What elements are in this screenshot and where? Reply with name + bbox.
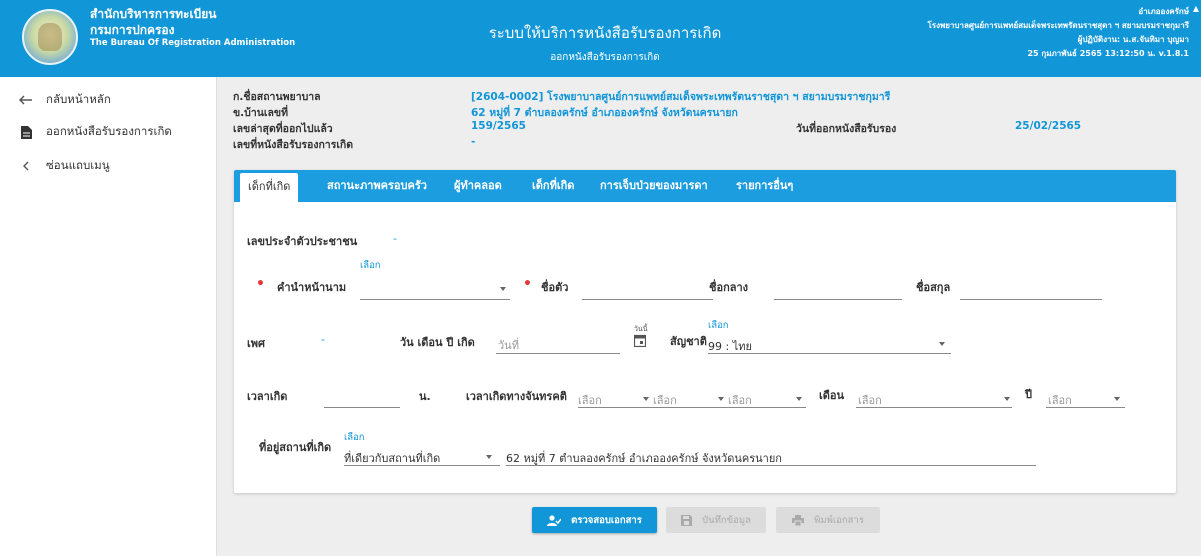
birthplace-address-underline	[506, 465, 1036, 466]
chevron-down-icon[interactable]	[500, 287, 506, 291]
system-title: ระบบให้บริการหนังสือรับรองการเกิด	[488, 24, 722, 42]
address-value: 62 หมู่ที่ 7 ตำบลองครักษ์ อำเภอองครักษ์ …	[471, 107, 738, 119]
chevron-down-icon[interactable]	[1004, 397, 1010, 401]
year-underline	[1046, 407, 1125, 408]
issue-date-value: 25/02/2565	[1015, 120, 1082, 132]
citizen-id-value: -	[393, 232, 397, 245]
firstname-label: ชื่อตัว	[541, 281, 569, 294]
sidebar-item-label: ออกหนังสือรับรองการเกิด	[46, 124, 172, 138]
sidebar-item-label: กลับหน้าหลัก	[46, 92, 111, 106]
save-icon	[681, 514, 693, 526]
nationality-select-label: เลือก	[708, 320, 729, 331]
sex-value: -	[321, 333, 325, 346]
nationality-label: สัญชาติ	[670, 335, 707, 348]
department-seal-logo	[22, 9, 78, 65]
middlename-input[interactable]	[774, 299, 902, 300]
calendar-icon[interactable]	[633, 334, 647, 350]
birthplace-select-underline	[344, 465, 500, 466]
user-district: อำเภอองครักษ์	[1138, 7, 1189, 16]
back-arrow-icon	[18, 95, 34, 105]
app-header: สำนักบริหารการทะเบียน กรมการปกครอง The B…	[0, 0, 1201, 77]
sidebar-item-back-home[interactable]: กลับหน้าหลัก	[18, 91, 111, 109]
prefix-select-label: เลือก	[360, 260, 381, 271]
user-hospital: โรงพยาบาลศูนย์การแพทย์สมเด็จพระเทพรัตนรา…	[927, 21, 1189, 30]
hospital-value: [2604-0002] โรงพยาบาลศูนย์การแพทย์สมเด็จ…	[471, 91, 891, 103]
year-label: ปี	[1025, 388, 1032, 401]
print-label: พิมพ์เอกสาร	[814, 514, 864, 526]
chevron-down-icon[interactable]	[1114, 397, 1120, 401]
system-subtitle: ออกหนังสือรับรองการเกิด	[550, 52, 660, 63]
issue-date-label: วันที่ออกหนังสือรับรอง	[796, 123, 897, 135]
chevron-left-icon	[18, 161, 34, 171]
certificate-number-value: -	[471, 136, 476, 148]
organization-name: สำนักบริหารการทะเบียน กรมการปกครอง The B…	[90, 7, 295, 49]
scroll-up-icon[interactable]: ▲	[1193, 4, 1199, 13]
tab-family-status[interactable]: สถานะภาพครอบครัว	[327, 170, 427, 202]
month-label: เดือน	[819, 389, 845, 402]
chevron-down-icon[interactable]	[939, 342, 945, 346]
tab-birth-attendant[interactable]: ผู้ทำคลอด	[454, 170, 502, 202]
birth-time-label: เวลาเกิด	[247, 390, 288, 403]
prefix-select[interactable]	[360, 299, 510, 300]
form-card: เด็กที่เกิด สถานะภาพครอบครัว ผู้ทำคลอด เ…	[234, 170, 1176, 493]
printer-icon	[792, 514, 805, 526]
birthplace-label: ที่อยู่สถานที่เกิด	[259, 441, 332, 454]
chevron-down-icon[interactable]	[643, 397, 649, 401]
latest-number-label: เลขล่าสุดที่ออกไปแล้ว	[233, 123, 333, 135]
system-title-block: ระบบให้บริการหนังสือรับรองการเกิด ออกหนั…	[420, 21, 790, 65]
citizen-id-label: เลขประจำตัวประชาชน	[247, 235, 358, 248]
required-marker: •	[256, 276, 265, 292]
lunar-underline	[578, 407, 806, 408]
birth-time-input[interactable]	[324, 407, 400, 408]
user-datetime: 25 กุมภาพันธ์ 2565 13:12:50 น. v.1.8.1	[1027, 49, 1189, 58]
chevron-down-icon[interactable]	[718, 397, 724, 401]
document-icon	[18, 125, 34, 139]
hospital-label: ก.ชื่อสถานพยาบาล	[233, 91, 321, 103]
user-check-icon	[547, 514, 562, 526]
dob-input-underline	[496, 353, 620, 354]
sidebar-item-issue-certificate[interactable]: ออกหนังสือรับรองการเกิด	[18, 123, 172, 141]
tab-born-child[interactable]: เด็กที่เกิด	[240, 173, 299, 202]
tab-other-items[interactable]: รายการอื่นๆ	[736, 170, 793, 202]
org-dept-th: กรมการปกครอง	[90, 22, 175, 37]
birthplace-select-label: เลือก	[344, 432, 365, 443]
check-document-button[interactable]: ตรวจสอบเอกสาร	[532, 507, 657, 533]
lastname-input[interactable]	[960, 299, 1102, 300]
required-marker: •	[523, 276, 532, 292]
chevron-down-icon[interactable]	[796, 397, 802, 401]
save-button[interactable]: บันทึกข้อมูล	[666, 507, 766, 533]
chevron-down-icon[interactable]	[486, 455, 492, 459]
sidebar-item-label: ซ่อนแถบเมนู	[46, 158, 110, 172]
save-label: บันทึกข้อมูล	[702, 514, 751, 526]
dob-label: วัน เดือน ปี เกิด	[400, 336, 475, 349]
tab-born-child-2[interactable]: เด็กที่เกิด	[532, 170, 574, 202]
certificate-number-label: เลขที่หนังสือรับรองการเกิด	[233, 139, 354, 151]
address-label: ข.บ้านเลขที่	[233, 107, 289, 119]
user-info: อำเภอองครักษ์ โรงพยาบาลศูนย์การแพทย์สมเด…	[927, 5, 1189, 61]
org-name-en: The Bureau Of Registration Administratio…	[90, 38, 296, 49]
org-name-th: สำนักบริหารการทะเบียน	[90, 7, 217, 21]
middlename-label: ชื่อกลาง	[709, 281, 749, 294]
sidebar: กลับหน้าหลัก ออกหนังสือรับรองการเกิด ซ่อ…	[0, 77, 217, 556]
user-name: ผู้ปฏิบัติงาน: น.ส.จันทิมา บุญมา	[1077, 35, 1189, 44]
check-document-label: ตรวจสอบเอกสาร	[571, 514, 642, 526]
lunar-time-label: เวลาเกิดทางจันทรคติ	[466, 390, 567, 403]
tab-bar: เด็กที่เกิด สถานะภาพครอบครัว ผู้ทำคลอด เ…	[234, 170, 1176, 202]
sex-label: เพศ	[247, 337, 265, 350]
lastname-label: ชื่อสกุล	[916, 281, 951, 294]
prefix-label: คำนำหน้านาม	[277, 281, 347, 294]
print-button[interactable]: พิมพ์เอกสาร	[776, 507, 880, 533]
sidebar-item-hide-menu[interactable]: ซ่อนแถบเมนู	[18, 157, 110, 175]
nationality-underline	[708, 353, 951, 354]
birth-time-unit: น.	[419, 390, 431, 403]
month-underline	[856, 407, 1012, 408]
firstname-input[interactable]	[582, 299, 713, 300]
latest-number-value: 159/2565	[471, 120, 526, 132]
dob-input[interactable]: วันที่	[498, 336, 519, 354]
tab-maternal-illness[interactable]: การเจ็บป่วยของมารดา	[600, 170, 708, 202]
